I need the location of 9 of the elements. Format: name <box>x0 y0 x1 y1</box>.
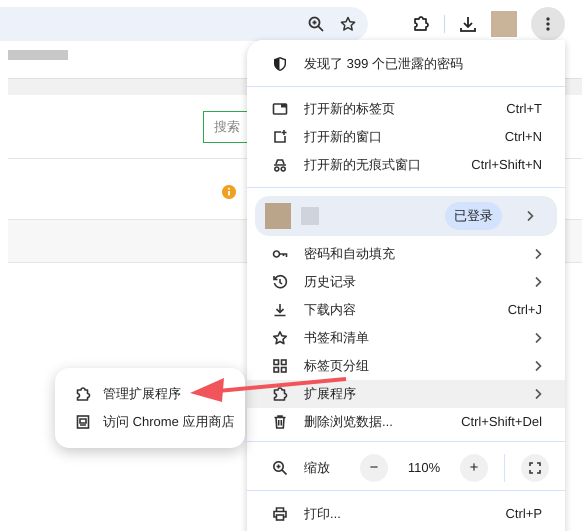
shortcut-text: Ctrl+Shift+N <box>471 156 542 174</box>
signed-in-badge: 已登录 <box>445 202 502 230</box>
shortcut-text: Ctrl+Shift+Del <box>461 413 542 432</box>
zoom-label: 缩放 <box>304 459 331 478</box>
zoom-value: 110% <box>406 459 442 478</box>
shortcut-text: Ctrl+J <box>508 301 542 320</box>
shortcut-text: Ctrl+P <box>506 505 542 524</box>
shortcut-text: Ctrl+T <box>506 100 542 118</box>
shortcut-text: Ctrl+N <box>504 128 542 146</box>
